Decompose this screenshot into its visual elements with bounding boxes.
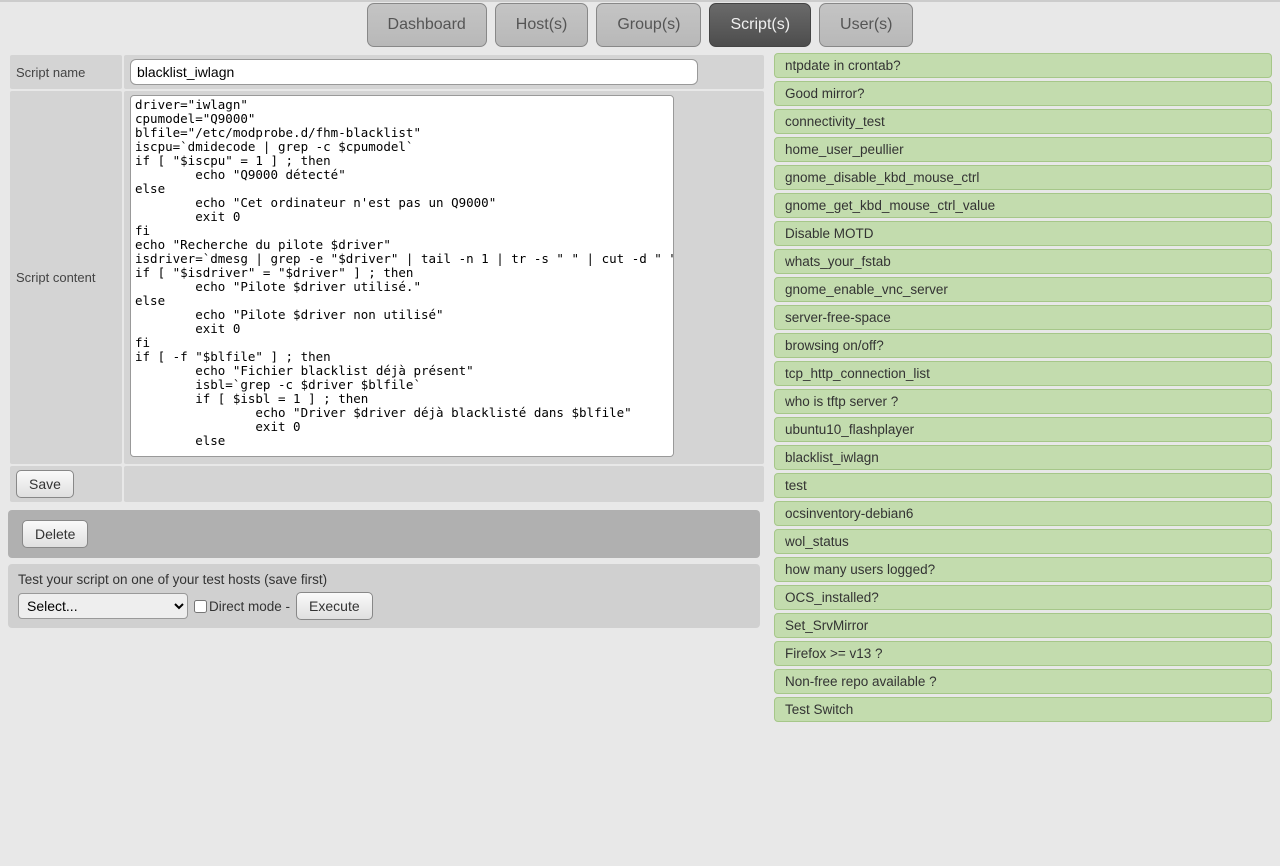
- tab-user-s-[interactable]: User(s): [819, 3, 913, 47]
- script-item[interactable]: gnome_enable_vnc_server: [774, 277, 1272, 302]
- tab-host-s-[interactable]: Host(s): [495, 3, 589, 47]
- script-item[interactable]: Non-free repo available ?: [774, 669, 1272, 694]
- script-form: Script name Script content Save: [8, 53, 766, 504]
- tab-group-s-[interactable]: Group(s): [596, 3, 701, 47]
- script-item[interactable]: blacklist_iwlagn: [774, 445, 1272, 470]
- script-item[interactable]: gnome_disable_kbd_mouse_ctrl: [774, 165, 1272, 190]
- tab-script-s-[interactable]: Script(s): [709, 3, 811, 47]
- script-content-textarea[interactable]: [130, 95, 674, 457]
- direct-mode-label: Direct mode -: [209, 599, 290, 614]
- script-item[interactable]: wol_status: [774, 529, 1272, 554]
- script-name-input[interactable]: [130, 59, 698, 85]
- direct-mode-checkbox[interactable]: [194, 600, 207, 613]
- script-item[interactable]: ntpdate in crontab?: [774, 53, 1272, 78]
- tab-dashboard[interactable]: Dashboard: [367, 3, 487, 47]
- script-item[interactable]: OCS_installed?: [774, 585, 1272, 610]
- script-item[interactable]: who is tftp server ?: [774, 389, 1272, 414]
- script-item[interactable]: test: [774, 473, 1272, 498]
- host-select[interactable]: Select...: [18, 593, 188, 619]
- script-item[interactable]: Good mirror?: [774, 81, 1272, 106]
- script-name-label: Script name: [10, 55, 122, 89]
- script-list: ntpdate in crontab? Good mirror? connectiv…: [774, 53, 1272, 722]
- main-tabs: DashboardHost(s)Group(s)Script(s)User(s): [0, 2, 1280, 53]
- test-caption: Test your script on one of your test hos…: [18, 572, 750, 587]
- script-item[interactable]: tcp_http_connection_list: [774, 361, 1272, 386]
- script-item[interactable]: gnome_get_kbd_mouse_ctrl_value: [774, 193, 1272, 218]
- delete-panel: Delete: [8, 510, 760, 558]
- script-item[interactable]: Disable MOTD: [774, 221, 1272, 246]
- script-content-label: Script content: [10, 91, 122, 464]
- script-item[interactable]: connectivity_test: [774, 109, 1272, 134]
- script-item[interactable]: ocsinventory-debian6: [774, 501, 1272, 526]
- script-item[interactable]: Set_SrvMirror: [774, 613, 1272, 638]
- save-button[interactable]: Save: [16, 470, 74, 498]
- script-item[interactable]: Firefox >= v13 ?: [774, 641, 1272, 666]
- script-item[interactable]: how many users logged?: [774, 557, 1272, 582]
- test-panel: Test your script on one of your test hos…: [8, 564, 760, 628]
- direct-mode-wrapper[interactable]: Direct mode -: [194, 599, 290, 614]
- script-item[interactable]: home_user_peullier: [774, 137, 1272, 162]
- execute-button[interactable]: Execute: [296, 592, 373, 620]
- script-item[interactable]: Test Switch: [774, 697, 1272, 722]
- script-item[interactable]: whats_your_fstab: [774, 249, 1272, 274]
- script-item[interactable]: server-free-space: [774, 305, 1272, 330]
- delete-button[interactable]: Delete: [22, 520, 88, 548]
- script-item[interactable]: browsing on/off?: [774, 333, 1272, 358]
- script-item[interactable]: ubuntu10_flashplayer: [774, 417, 1272, 442]
